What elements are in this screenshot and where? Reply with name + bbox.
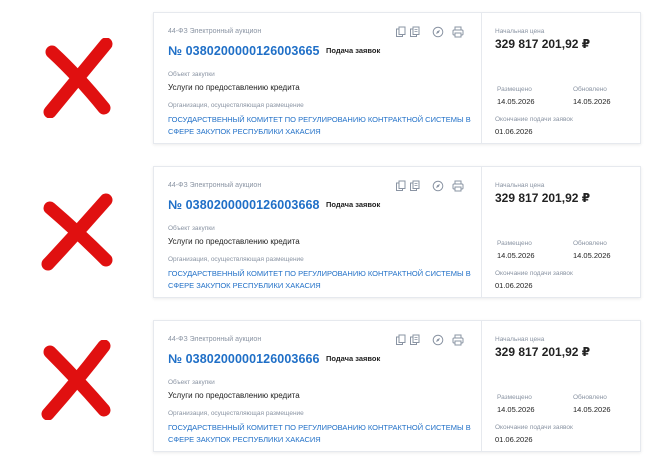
print-icon[interactable] xyxy=(452,26,464,38)
document-copy-icon[interactable] xyxy=(409,26,421,38)
initial-price-label: Начальная цена xyxy=(495,336,545,343)
published-label: Размещено xyxy=(497,394,532,401)
red-cross-mark-3 xyxy=(41,340,111,420)
subject-label: Объект закупки xyxy=(168,379,215,386)
updated-label: Обновлено xyxy=(573,86,607,93)
organization-label: Организация, осуществляющая размещение xyxy=(168,102,304,109)
updated-label: Обновлено xyxy=(573,394,607,401)
tender-stage: Подача заявок xyxy=(326,354,381,363)
deadline-date: 01.06.2026 xyxy=(495,435,533,444)
procurement-law-type: 44-ФЗ Электронный аукцион xyxy=(168,182,262,189)
updated-date: 14.05.2026 xyxy=(573,97,611,106)
deadline-label: Окончание подачи заявок xyxy=(495,270,573,277)
tender-number-link[interactable]: № 0380200000126003665 xyxy=(168,44,320,58)
published-label: Размещено xyxy=(497,86,532,93)
copy-icon[interactable] xyxy=(395,26,407,38)
procurement-law-type: 44-ФЗ Электронный аукцион xyxy=(168,336,262,343)
organization-link[interactable]: ГОСУДАРСТВЕННЫЙ КОМИТЕТ ПО РЕГУЛИРОВАНИЮ… xyxy=(168,422,478,446)
document-copy-icon[interactable] xyxy=(409,180,421,192)
initial-price-label: Начальная цена xyxy=(495,28,545,35)
compass-icon[interactable] xyxy=(432,26,444,38)
card-divider xyxy=(481,321,482,451)
subject-label: Объект закупки xyxy=(168,225,215,232)
subject-value: Услуги по предоставлению кредита xyxy=(168,237,300,246)
copy-icon[interactable] xyxy=(395,334,407,346)
subject-label: Объект закупки xyxy=(168,71,215,78)
document-copy-icon[interactable] xyxy=(409,334,421,346)
published-date: 14.05.2026 xyxy=(497,97,535,106)
print-icon[interactable] xyxy=(452,180,464,192)
compass-icon[interactable] xyxy=(432,334,444,346)
organization-label: Организация, осуществляющая размещение xyxy=(168,256,304,263)
tender-number-link[interactable]: № 0380200000126003666 xyxy=(168,352,320,366)
card-divider xyxy=(481,167,482,297)
tender-number-link[interactable]: № 0380200000126003668 xyxy=(168,198,320,212)
deadline-date: 01.06.2026 xyxy=(495,281,533,290)
procurement-law-type: 44-ФЗ Электронный аукцион xyxy=(168,28,262,35)
published-date: 14.05.2026 xyxy=(497,405,535,414)
initial-price-value: 329 817 201,92 ₽ xyxy=(495,37,591,51)
updated-label: Обновлено xyxy=(573,240,607,247)
red-cross-mark-1 xyxy=(43,38,113,118)
red-cross-mark-2 xyxy=(41,193,113,271)
tender-stage: Подача заявок xyxy=(326,200,381,209)
published-label: Размещено xyxy=(497,240,532,247)
copy-icon[interactable] xyxy=(395,180,407,192)
compass-icon[interactable] xyxy=(432,180,444,192)
subject-value: Услуги по предоставлению кредита xyxy=(168,83,300,92)
updated-date: 14.05.2026 xyxy=(573,251,611,260)
deadline-label: Окончание подачи заявок xyxy=(495,116,573,123)
deadline-date: 01.06.2026 xyxy=(495,127,533,136)
organization-label: Организация, осуществляющая размещение xyxy=(168,410,304,417)
print-icon[interactable] xyxy=(452,334,464,346)
initial-price-value: 329 817 201,92 ₽ xyxy=(495,191,591,205)
subject-value: Услуги по предоставлению кредита xyxy=(168,391,300,400)
published-date: 14.05.2026 xyxy=(497,251,535,260)
page: 44-ФЗ Электронный аукцион № 038020000012… xyxy=(0,0,652,460)
organization-link[interactable]: ГОСУДАРСТВЕННЫЙ КОМИТЕТ ПО РЕГУЛИРОВАНИЮ… xyxy=(168,114,478,138)
organization-link[interactable]: ГОСУДАРСТВЕННЫЙ КОМИТЕТ ПО РЕГУЛИРОВАНИЮ… xyxy=(168,268,478,292)
tender-card[interactable]: 44-ФЗ Электронный аукцион № 038020000012… xyxy=(153,12,641,144)
initial-price-label: Начальная цена xyxy=(495,182,545,189)
deadline-label: Окончание подачи заявок xyxy=(495,424,573,431)
updated-date: 14.05.2026 xyxy=(573,405,611,414)
card-divider xyxy=(481,13,482,143)
tender-stage: Подача заявок xyxy=(326,46,381,55)
initial-price-value: 329 817 201,92 ₽ xyxy=(495,345,591,359)
tender-card[interactable]: 44-ФЗ Электронный аукцион № 038020000012… xyxy=(153,166,641,298)
tender-card[interactable]: 44-ФЗ Электронный аукцион № 038020000012… xyxy=(153,320,641,452)
